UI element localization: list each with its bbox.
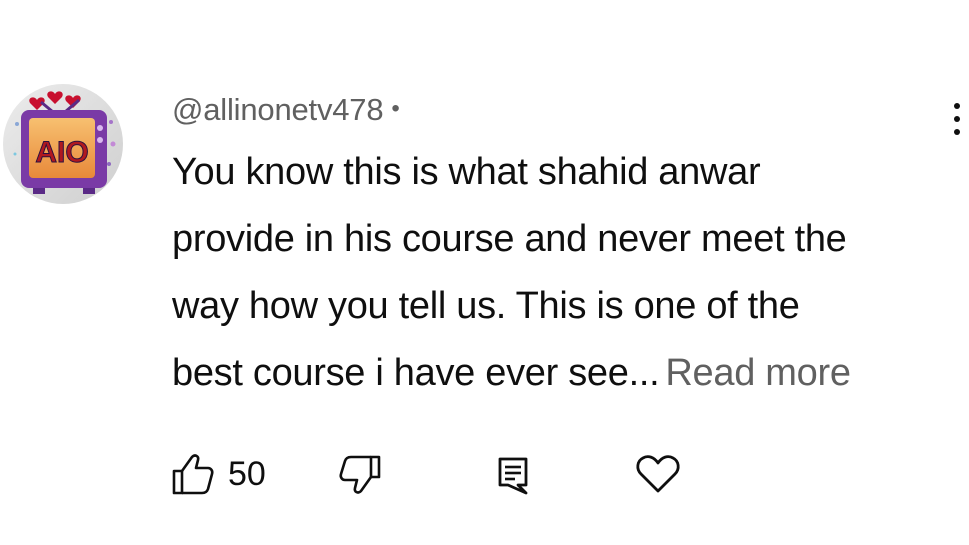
- heart-button[interactable]: [634, 448, 682, 500]
- comment-actions: 50: [0, 448, 969, 504]
- avatar-image: AIO: [3, 84, 123, 204]
- reply-button[interactable]: [494, 448, 534, 500]
- vertical-ellipsis-icon-dot: [954, 116, 960, 122]
- author-handle[interactable]: @allinonetv478: [172, 92, 384, 127]
- svg-text:AIO: AIO: [35, 136, 88, 169]
- vertical-ellipsis-icon-dot: [954, 129, 960, 135]
- heart-icon: [636, 455, 680, 493]
- separator-dot: •: [391, 95, 400, 122]
- comment-text-truncated: best course i have ever see...: [172, 352, 660, 394]
- avatar[interactable]: AIO: [3, 84, 123, 204]
- comment-thread: AIO @allinonetv478 • You know this is wha…: [0, 0, 969, 545]
- more-actions-button[interactable]: [944, 97, 969, 141]
- comment-text-line: provide in his course and never meet the: [172, 218, 847, 260]
- comment-text-line: You know this is what shahid anwar: [172, 151, 761, 193]
- reply-comment-icon: [498, 457, 528, 495]
- read-more-link[interactable]: Read more: [665, 352, 851, 394]
- comment-header: @allinonetv478 •: [172, 92, 400, 128]
- vertical-ellipsis-icon: [954, 103, 960, 109]
- dislike-button[interactable]: [337, 448, 383, 500]
- comment-text-line: way how you tell us. This is one of the: [172, 285, 800, 327]
- comment-text-line-last: best course i have ever see... Read more: [172, 340, 952, 407]
- like-button[interactable]: 50: [170, 448, 266, 500]
- comment-text: You know this is what shahid anwar provi…: [172, 139, 952, 407]
- thumbs-up-icon: [172, 454, 214, 495]
- like-count: 50: [228, 454, 266, 493]
- thumbs-down-icon: [339, 455, 381, 494]
